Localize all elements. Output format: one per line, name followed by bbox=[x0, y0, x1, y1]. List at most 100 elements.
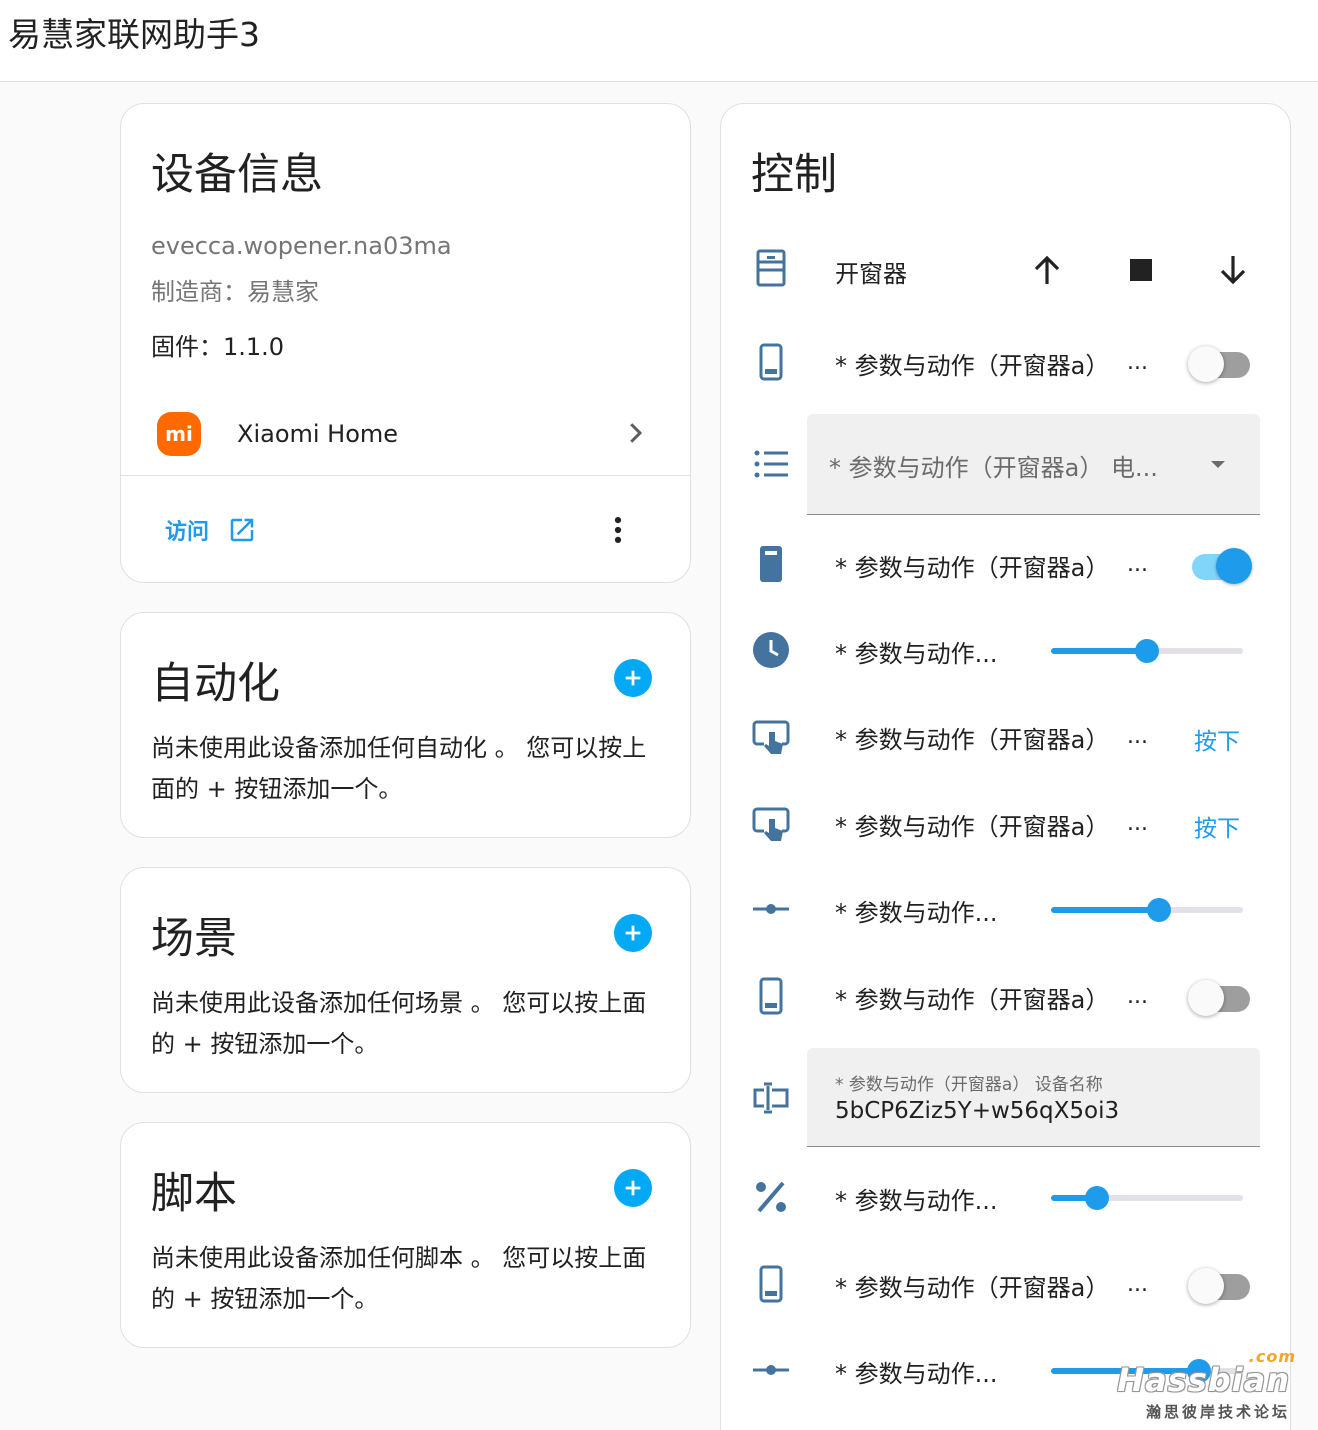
script-card: 脚本 尚未使用此设备添加任何脚本 。 您可以按上面的 + 按钮添加一个。 bbox=[120, 1122, 691, 1348]
cover-row: 开窗器 bbox=[721, 230, 1290, 310]
phone-on-icon[interactable] bbox=[751, 544, 791, 584]
slider-row-2: * 参数与动作... bbox=[721, 869, 1290, 949]
cover-label[interactable]: 开窗器 bbox=[835, 254, 907, 289]
xiaomi-logo-icon: mi bbox=[157, 412, 201, 456]
scene-card: 场景 尚未使用此设备添加任何场景 。 您可以按上面的 + 按钮添加一个。 bbox=[120, 867, 691, 1093]
ray-vertex-icon[interactable] bbox=[751, 889, 791, 929]
slider-1-label[interactable]: * 参数与动作... bbox=[835, 634, 998, 669]
watermark-subtitle: 瀚思彼岸技术论坛 bbox=[1145, 1403, 1290, 1421]
switch-3-label[interactable]: * 参数与动作（开窗器a） bbox=[835, 980, 1109, 1015]
slider-row-1: * 参数与动作... bbox=[721, 610, 1290, 690]
integration-name: Xiaomi Home bbox=[237, 420, 399, 448]
list-icon bbox=[751, 444, 791, 484]
select-row-1: * 参数与动作（开窗器a） 电... bbox=[721, 414, 1290, 516]
button-2-ellipsis: ... bbox=[1127, 811, 1148, 836]
visit-link[interactable]: 访问 bbox=[165, 512, 257, 548]
add-script-button[interactable] bbox=[614, 1169, 652, 1207]
switch-3-ellipsis: ... bbox=[1127, 984, 1148, 1009]
button-row-2: * 参数与动作（开窗器a） ... 按下 bbox=[721, 783, 1290, 863]
text-row-1: * 参数与动作（开窗器a） 设备名称 5bCP6Ziz5Y+w56qX5oi3 bbox=[721, 1048, 1290, 1148]
button-1-label[interactable]: * 参数与动作（开窗器a） bbox=[835, 720, 1109, 755]
clock-icon[interactable] bbox=[751, 630, 791, 670]
phone-off-icon[interactable] bbox=[751, 1264, 791, 1304]
open-in-new-icon bbox=[227, 515, 257, 545]
switch-2-label[interactable]: * 参数与动作（开窗器a） bbox=[835, 548, 1109, 583]
gesture-tap-button-icon[interactable] bbox=[751, 718, 791, 758]
switch-1-ellipsis: ... bbox=[1127, 350, 1148, 375]
switch-row-1: * 参数与动作（开窗器a） ... bbox=[721, 324, 1290, 404]
slider-3[interactable] bbox=[1051, 1183, 1243, 1213]
switch-4-label[interactable]: * 参数与动作（开窗器a） bbox=[835, 1268, 1109, 1303]
add-automation-button[interactable] bbox=[614, 659, 652, 697]
arrow-up-icon[interactable] bbox=[1027, 250, 1067, 290]
form-textbox-icon bbox=[751, 1078, 791, 1118]
controls-card: 控制 开窗器 * 参数与动作（开窗器a） ... * 参数与动作（开窗器a） 电… bbox=[720, 103, 1291, 1430]
script-title: 脚本 bbox=[151, 1169, 237, 1219]
dropdown-arrow-icon bbox=[1206, 452, 1230, 476]
stop-icon[interactable] bbox=[1121, 250, 1161, 290]
slider-row-3: * 参数与动作... bbox=[721, 1157, 1290, 1237]
slider-1[interactable] bbox=[1051, 636, 1243, 666]
switch-4-toggle[interactable] bbox=[1188, 1264, 1252, 1304]
switch-row-4: * 参数与动作（开窗器a） ... bbox=[721, 1244, 1290, 1324]
slider-4-label[interactable]: * 参数与动作... bbox=[835, 1354, 998, 1389]
watermark-com: .com bbox=[1248, 1347, 1296, 1366]
visit-label: 访问 bbox=[165, 520, 210, 545]
slider-3-label[interactable]: * 参数与动作... bbox=[835, 1181, 998, 1216]
switch-1-toggle[interactable] bbox=[1188, 342, 1252, 382]
percent-icon[interactable] bbox=[751, 1177, 791, 1217]
script-empty-text: 尚未使用此设备添加任何脚本 。 您可以按上面的 + 按钮添加一个。 bbox=[151, 1244, 647, 1313]
plus-icon bbox=[625, 925, 641, 941]
button-2-label[interactable]: * 参数与动作（开窗器a） bbox=[835, 807, 1109, 842]
text-1-field[interactable]: * 参数与动作（开窗器a） 设备名称 5bCP6Ziz5Y+w56qX5oi3 bbox=[807, 1048, 1260, 1147]
automation-title: 自动化 bbox=[151, 659, 280, 709]
slider-1-thumb[interactable] bbox=[1135, 639, 1159, 663]
switch-3-toggle[interactable] bbox=[1188, 976, 1252, 1016]
watermark-logo-text: Hassbian bbox=[1117, 1361, 1290, 1399]
scene-title: 场景 bbox=[151, 914, 237, 964]
select-1-field[interactable]: * 参数与动作（开窗器a） 电... bbox=[807, 414, 1260, 515]
hassbian-watermark: Hassbian .com 瀚思彼岸技术论坛 bbox=[1117, 1347, 1295, 1422]
window-shutter-icon[interactable] bbox=[751, 248, 791, 288]
slider-2-thumb[interactable] bbox=[1146, 898, 1171, 922]
controls-title: 控制 bbox=[751, 150, 837, 200]
device-manufacturer: 制造商：易慧家 bbox=[151, 278, 319, 306]
press-button-2[interactable]: 按下 bbox=[1194, 809, 1240, 843]
gesture-tap-button-icon[interactable] bbox=[751, 805, 791, 845]
automation-card: 自动化 尚未使用此设备添加任何自动化 。 您可以按上面的 + 按钮添加一个。 bbox=[120, 612, 691, 838]
press-button-1[interactable]: 按下 bbox=[1194, 722, 1240, 756]
switch-row-3: * 参数与动作（开窗器a） ... bbox=[721, 956, 1290, 1036]
page-title: 易慧家联网助手3 bbox=[8, 15, 260, 54]
switch-2-toggle[interactable] bbox=[1188, 544, 1252, 584]
top-app-bar: 易慧家联网助手3 bbox=[0, 0, 1318, 82]
button-row-1: * 参数与动作（开窗器a） ... 按下 bbox=[721, 696, 1290, 776]
device-firmware: 固件：1.1.0 bbox=[151, 333, 285, 361]
add-scene-button[interactable] bbox=[614, 914, 652, 952]
phone-off-icon[interactable] bbox=[751, 342, 791, 382]
plus-icon bbox=[625, 670, 641, 686]
switch-4-ellipsis: ... bbox=[1127, 1272, 1148, 1297]
button-1-ellipsis: ... bbox=[1127, 724, 1148, 749]
switch-row-2: * 参数与动作（开窗器a） ... bbox=[721, 524, 1290, 604]
slider-2-label[interactable]: * 参数与动作... bbox=[835, 893, 998, 928]
ray-vertex-icon[interactable] bbox=[751, 1350, 791, 1390]
slider-3-thumb[interactable] bbox=[1085, 1186, 1110, 1210]
select-1-value: * 参数与动作（开窗器a） 电... bbox=[829, 454, 1158, 482]
xiaomi-logo-text: mi bbox=[165, 422, 193, 446]
text-1-value: 5bCP6Ziz5Y+w56qX5oi3 bbox=[835, 1098, 1120, 1124]
slider-2[interactable] bbox=[1051, 895, 1243, 925]
switch-1-label[interactable]: * 参数与动作（开窗器a） bbox=[835, 346, 1109, 381]
chevron-right-icon bbox=[620, 418, 650, 448]
integration-row[interactable]: mi Xiaomi Home bbox=[121, 400, 690, 476]
automation-empty-text: 尚未使用此设备添加任何自动化 。 您可以按上面的 + 按钮添加一个。 bbox=[151, 734, 647, 803]
scene-empty-text: 尚未使用此设备添加任何场景 。 您可以按上面的 + 按钮添加一个。 bbox=[151, 989, 647, 1058]
phone-off-icon[interactable] bbox=[751, 976, 791, 1016]
text-1-label: * 参数与动作（开窗器a） 设备名称 bbox=[835, 1075, 1103, 1095]
more-vert-icon[interactable] bbox=[601, 512, 635, 548]
device-info-title: 设备信息 bbox=[151, 150, 323, 200]
switch-2-ellipsis: ... bbox=[1127, 552, 1148, 577]
device-info-card: 设备信息 evecca.wopener.na03ma 制造商：易慧家 固件：1.… bbox=[120, 103, 691, 583]
plus-icon bbox=[625, 1180, 641, 1196]
arrow-down-icon[interactable] bbox=[1213, 250, 1253, 290]
watermark-logo: Hassbian .com bbox=[1117, 1347, 1295, 1399]
